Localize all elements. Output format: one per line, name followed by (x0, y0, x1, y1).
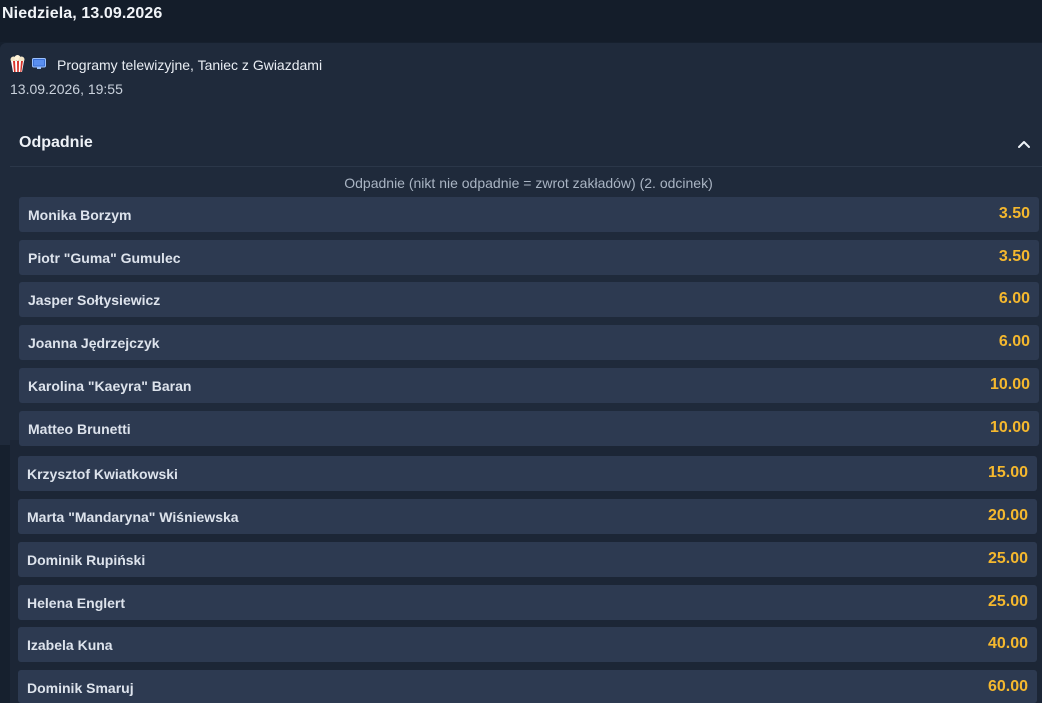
selection-name: Jasper Sołtysiewicz (28, 292, 161, 308)
selection-odds: 20.00 (987, 507, 1028, 524)
event-name[interactable]: Programy telewizyjne, Taniec z Gwiazdami (57, 57, 322, 73)
selection-odds: 25.00 (987, 593, 1028, 610)
event-icons (9, 55, 46, 73)
selection-name: Dominik Rupiński (27, 552, 146, 568)
selection-row[interactable]: Jasper Sołtysiewicz 6.00 (19, 282, 1039, 317)
selection-name: Karolina "Kaeyra" Baran (28, 378, 192, 394)
market-subtitle: Odpadnie (nikt nie odpadnie = zwrot zakł… (344, 175, 713, 191)
selection-odds: 6.00 (998, 290, 1030, 307)
selection-odds: 25.00 (987, 550, 1028, 567)
selection-odds: 40.00 (987, 635, 1028, 652)
selection-row[interactable]: Izabela Kuna 40.00 (18, 627, 1037, 662)
selection-name: Piotr "Guma" Gumulec (28, 250, 181, 266)
tv-icon (32, 58, 46, 69)
selection-row[interactable]: Marta "Mandaryna" Wiśniewska 20.00 (18, 499, 1037, 534)
selection-odds: 3.50 (998, 248, 1030, 265)
selection-row[interactable]: Karolina "Kaeyra" Baran 10.00 (19, 368, 1039, 403)
selection-name: Monika Borzym (28, 207, 132, 223)
selection-odds: 60.00 (987, 678, 1028, 695)
selection-row[interactable]: Monika Borzym 3.50 (19, 197, 1039, 232)
selection-row[interactable]: Matteo Brunetti 10.00 (19, 411, 1039, 446)
market-title: Odpadnie (19, 134, 93, 151)
selection-name: Matteo Brunetti (28, 421, 131, 437)
selection-name: Marta "Mandaryna" Wiśniewska (27, 509, 239, 525)
selection-row[interactable]: Joanna Jędrzejczyk 6.00 (19, 325, 1039, 360)
selection-name: Krzysztof Kwiatkowski (27, 466, 178, 482)
selection-row[interactable]: Piotr "Guma" Gumulec 3.50 (19, 240, 1039, 275)
selection-odds: 10.00 (989, 376, 1030, 393)
selection-odds: 10.00 (989, 419, 1030, 436)
popcorn-icon (10, 55, 25, 72)
selection-odds: 3.50 (998, 205, 1030, 222)
selection-row[interactable]: Helena Englert 25.00 (18, 585, 1037, 620)
selection-row[interactable]: Krzysztof Kwiatkowski 15.00 (18, 456, 1037, 491)
date-header: Niedziela, 13.09.2026 (0, 0, 1042, 42)
chevron-up-icon[interactable] (1016, 136, 1032, 152)
date-title: Niedziela, 13.09.2026 (2, 5, 163, 22)
selection-odds: 6.00 (998, 333, 1030, 350)
selection-name: Helena Englert (27, 595, 126, 611)
selection-name: Izabela Kuna (27, 637, 113, 653)
event-datetime: 13.09.2026, 19:55 (10, 81, 123, 97)
selection-row[interactable]: Dominik Smaruj 60.00 (18, 670, 1037, 703)
selection-row[interactable]: Dominik Rupiński 25.00 (18, 542, 1037, 577)
selection-name: Joanna Jędrzejczyk (28, 335, 160, 351)
market-header[interactable]: Odpadnie (10, 122, 1042, 167)
selection-name: Dominik Smaruj (27, 680, 134, 696)
selection-odds: 15.00 (987, 464, 1028, 481)
